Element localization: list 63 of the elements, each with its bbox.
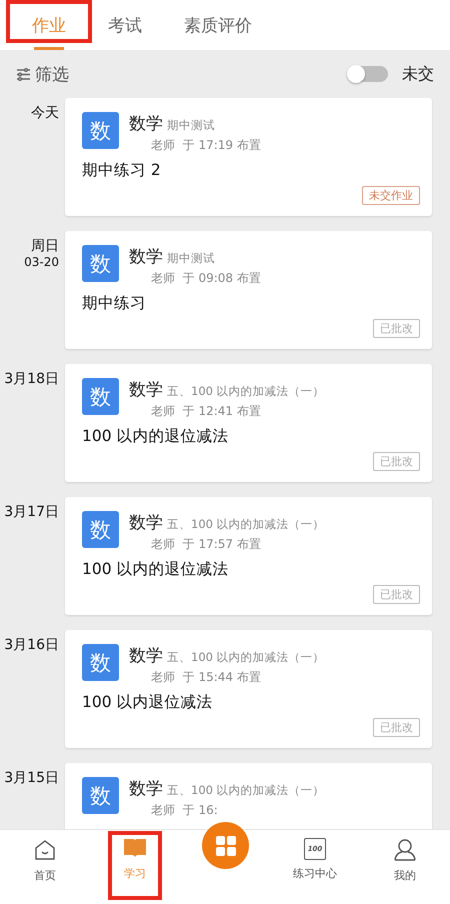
date-label: 3月16日 xyxy=(4,636,59,654)
unit-name: 期中测试 xyxy=(167,251,215,266)
filter-button[interactable]: 筛选 xyxy=(16,62,69,86)
filter-icon xyxy=(16,68,31,80)
assignment-title: 100 以内退位减法 xyxy=(82,692,214,713)
tab[interactable]: 素质评价 xyxy=(166,0,270,50)
date-label: 3月18日 xyxy=(4,370,59,388)
unit-name: 期中测试 xyxy=(167,118,215,133)
tab[interactable]: 考试 xyxy=(90,0,160,50)
assignment-card[interactable]: 数 数学 五、100 以内的加减法（一） 老师 于 17:57 布置 100 以内的退位减法 已批改 xyxy=(65,497,432,615)
status-tag: 已批改 xyxy=(373,452,420,471)
subject-name: 数学 xyxy=(129,113,163,135)
assignment-title: 期中练习 2 xyxy=(82,160,162,181)
subject-icon: 数 xyxy=(82,511,119,548)
nav-label: 练习中心 xyxy=(293,866,337,881)
nav-item[interactable]: 首页 xyxy=(0,830,90,904)
assignment-title: 期中练习 xyxy=(82,293,147,314)
nav-item[interactable]: 我的 xyxy=(360,830,450,904)
user-icon xyxy=(393,838,417,862)
subject-name: 数学 xyxy=(129,645,163,667)
subject-name: 数学 xyxy=(129,379,163,401)
status-tag: 已批改 xyxy=(373,718,420,737)
assignment-card[interactable]: 数 数学 五、100 以内的加减法（一） 老师 于 15:44 布置 100 以内退位减法 已批改 xyxy=(65,630,432,748)
assignment-title: 100 以内的退位减法 xyxy=(82,426,230,447)
unit-name: 五、100 以内的加减法（一） xyxy=(167,517,325,532)
status-tag: 已批改 xyxy=(373,319,420,338)
subject-icon: 数 xyxy=(82,378,119,415)
nav-label: 首页 xyxy=(34,868,56,883)
assignment-card[interactable]: 数 数学 五、100 以内的加减法（一） 老师 于 16: xyxy=(65,763,432,829)
subject-name: 数学 xyxy=(129,512,163,534)
date-label: 3月15日 xyxy=(4,769,59,787)
unit-name: 五、100 以内的加减法（一） xyxy=(167,650,325,665)
unit-name: 五、100 以内的加减法（一） xyxy=(167,384,325,399)
grid-icon xyxy=(214,834,236,856)
status-tag: 已批改 xyxy=(373,585,420,604)
date-label: 周日 xyxy=(31,237,59,255)
subject-icon: 数 xyxy=(82,777,119,814)
subject-icon: 数 xyxy=(82,245,119,282)
assigned-info: 老师 于 15:44 布置 xyxy=(150,669,262,686)
home-icon xyxy=(33,838,57,862)
assignment-title: 100 以内的退位减法 xyxy=(82,559,230,580)
date-sub: 03-20 xyxy=(24,255,59,269)
subject-name: 数学 xyxy=(129,778,163,800)
assigned-info: 老师 于 16: xyxy=(150,802,219,819)
status-tag: 未交作业 xyxy=(362,186,420,205)
assignment-card[interactable]: 数 数学 期中测试 老师 于 17:19 布置 期中练习 2 未交作业 xyxy=(65,98,432,216)
assigned-info: 老师 于 17:57 布置 xyxy=(150,536,262,553)
nav-label: 学习 xyxy=(124,866,146,881)
nav-label: 我的 xyxy=(394,868,416,883)
assignment-card[interactable]: 数 数学 五、100 以内的加减法（一） 老师 于 12:41 布置 100 以内的退位减法 已批改 xyxy=(65,364,432,482)
subject-icon: 数 xyxy=(82,644,119,681)
unit-name: 五、100 以内的加减法（一） xyxy=(167,783,325,798)
assigned-info: 老师 于 12:41 布置 xyxy=(150,403,262,420)
assigned-info: 老师 于 09:08 布置 xyxy=(150,270,261,287)
subject-name: 数学 xyxy=(129,246,163,268)
apps-button[interactable] xyxy=(202,822,249,869)
date-label: 今天 xyxy=(31,104,59,122)
assigned-info: 老师 于 17:19 布置 xyxy=(150,137,261,154)
date-label: 3月17日 xyxy=(4,503,59,521)
assignment-card[interactable]: 数 数学 期中测试 老师 于 09:08 布置 期中练习 已批改 xyxy=(65,231,432,349)
subject-icon: 数 xyxy=(82,112,119,149)
toggle-label: 未交 xyxy=(402,64,434,84)
toggle-switch[interactable] xyxy=(348,66,388,82)
